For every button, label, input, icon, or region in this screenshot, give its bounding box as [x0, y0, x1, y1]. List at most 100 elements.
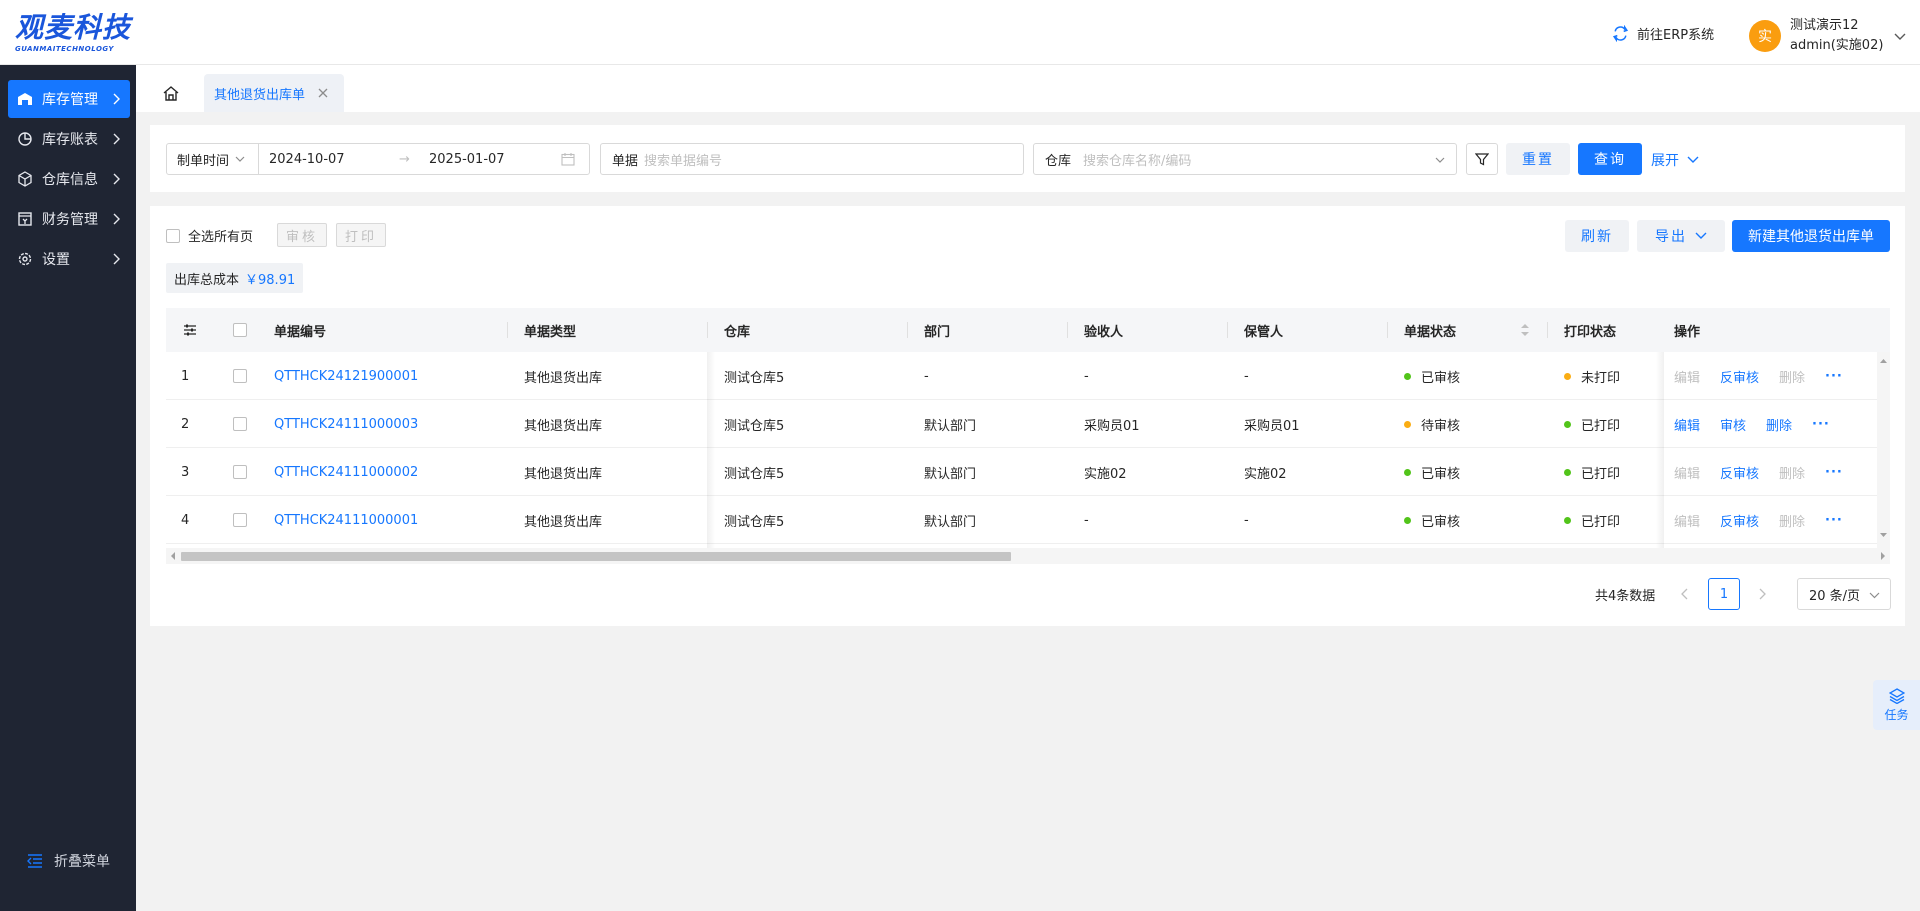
- user-menu[interactable]: 实 测试演示12 admin(实施02): [1749, 16, 1907, 56]
- delete-action[interactable]: 删除: [1766, 415, 1792, 434]
- table-row[interactable]: 3 QTTHCK24111000002 其他退货出库 测试仓库5 默认部门 实施…: [166, 448, 1890, 496]
- query-button[interactable]: 查询: [1578, 143, 1642, 175]
- print-status-text: 已打印: [1581, 514, 1621, 530]
- chevron-down-icon: [235, 156, 245, 162]
- collapse-menu-button[interactable]: 折叠菜单: [26, 851, 110, 871]
- sidebar-item-label: 仓库信息: [42, 172, 98, 188]
- more-actions-icon[interactable]: ···: [1825, 369, 1843, 384]
- chevron-right-icon: [113, 253, 120, 265]
- print-status-badge: 未打印: [1564, 352, 1620, 400]
- order-code-link[interactable]: QTTHCK24121900001: [274, 352, 418, 400]
- batch-print-button[interactable]: 打印: [336, 223, 386, 247]
- row-checkbox[interactable]: [233, 465, 247, 479]
- goto-erp-link[interactable]: 前往ERP系统: [1612, 22, 1714, 44]
- status-text: 已审核: [1421, 514, 1461, 530]
- row-checkbox[interactable]: [233, 513, 247, 527]
- close-icon[interactable]: [317, 87, 329, 99]
- more-actions-icon[interactable]: ···: [1812, 417, 1830, 432]
- more-actions-icon[interactable]: ···: [1825, 465, 1843, 480]
- edit-action[interactable]: 编辑: [1674, 415, 1700, 434]
- expand-filter-toggle[interactable]: 展开: [1651, 150, 1699, 170]
- warehouse-cell: 测试仓库5: [724, 418, 785, 434]
- warehouse-select[interactable]: 仓库 搜索仓库名称/编码: [1033, 143, 1457, 175]
- chevron-down-icon[interactable]: [1893, 29, 1907, 43]
- sidebar-item-finance[interactable]: 财务管理: [8, 200, 130, 238]
- collapse-menu-label: 折叠菜单: [54, 854, 110, 870]
- order-code-link[interactable]: QTTHCK24111000002: [274, 448, 418, 496]
- print-status-badge: 已打印: [1564, 400, 1620, 448]
- row-checkbox[interactable]: [233, 369, 247, 383]
- edit-action[interactable]: 编辑: [1674, 367, 1700, 386]
- order-code-link[interactable]: QTTHCK24111000003: [274, 400, 418, 448]
- horizontal-scrollbar[interactable]: [166, 548, 1890, 564]
- sort-icon[interactable]: [1520, 322, 1530, 338]
- column-header-keeper: 保管人: [1244, 324, 1284, 340]
- scroll-right-icon[interactable]: [1879, 552, 1887, 560]
- sidebar-item-warehouse-info[interactable]: 仓库信息: [8, 160, 130, 198]
- batch-audit-button[interactable]: 审核: [277, 223, 327, 247]
- table-row[interactable]: 1 QTTHCK24121900001 其他退货出库 测试仓库5 - - - 已…: [166, 352, 1890, 400]
- status-badge: 已审核: [1404, 352, 1460, 400]
- edit-action[interactable]: 编辑: [1674, 463, 1700, 482]
- column-settings-icon[interactable]: [183, 323, 197, 337]
- table-row[interactable]: 4 QTTHCK24111000001 其他退货出库 测试仓库5 默认部门 - …: [166, 496, 1890, 544]
- status-badge: 已审核: [1404, 448, 1460, 496]
- sidebar-item-label: 财务管理: [42, 212, 98, 228]
- status-badge: 待审核: [1404, 400, 1460, 448]
- top-header: 观麦科技 GUANMAITECHNOLOGY 前往ERP系统 实 测试演示12 …: [0, 0, 1920, 65]
- date-end-input[interactable]: 2025-01-07: [429, 152, 559, 167]
- page-number-button[interactable]: 1: [1708, 578, 1740, 610]
- chevron-down-icon: [1435, 157, 1445, 163]
- home-icon[interactable]: [162, 85, 180, 103]
- reset-button[interactable]: 重置: [1506, 143, 1570, 175]
- create-order-button[interactable]: 新建其他退货出库单: [1732, 220, 1890, 252]
- unaudit-action[interactable]: 反审核: [1720, 463, 1759, 482]
- more-actions-icon[interactable]: ···: [1825, 513, 1843, 528]
- keeper-cell: 实施02: [1244, 466, 1287, 482]
- next-page-button[interactable]: [1757, 578, 1767, 610]
- table-row[interactable]: 2 QTTHCK24111000003 其他退货出库 测试仓库5 默认部门 采购…: [166, 400, 1890, 448]
- row-actions: 编辑 反审核 删除 ···: [1674, 448, 1843, 496]
- chevron-down-icon: [1869, 592, 1880, 599]
- advanced-filter-button[interactable]: [1466, 143, 1498, 175]
- task-float-button[interactable]: 任务: [1873, 680, 1920, 730]
- refresh-button[interactable]: 刷新: [1565, 220, 1629, 252]
- sidebar-item-inventory-report[interactable]: 库存账表: [8, 120, 130, 158]
- horizontal-scroll-thumb[interactable]: [181, 552, 1011, 561]
- sidebar-item-label: 设置: [42, 252, 70, 268]
- scroll-left-icon[interactable]: [169, 552, 177, 560]
- select-all-checkbox[interactable]: [166, 228, 180, 243]
- brand-logo[interactable]: 观麦科技 GUANMAITECHNOLOGY: [15, 12, 145, 54]
- column-header-status[interactable]: 单据状态: [1404, 308, 1456, 352]
- prev-page-button[interactable]: [1680, 578, 1690, 610]
- date-start-input[interactable]: 2024-10-07: [269, 152, 399, 167]
- vertical-scrollbar[interactable]: [1877, 352, 1890, 548]
- chevron-right-icon: [113, 93, 120, 105]
- delete-action[interactable]: 删除: [1779, 463, 1805, 482]
- delete-action[interactable]: 删除: [1779, 511, 1805, 530]
- keeper-cell: -: [1244, 512, 1249, 528]
- sidebar-item-inventory[interactable]: 库存管理: [8, 80, 130, 118]
- edit-action[interactable]: 编辑: [1674, 511, 1700, 530]
- unaudit-action[interactable]: 反审核: [1720, 511, 1759, 530]
- sidebar-item-settings[interactable]: 设置: [8, 240, 130, 278]
- order-search-input[interactable]: 单据 搜索单据编号: [600, 143, 1024, 175]
- select-all-label: 全选所有页: [188, 230, 254, 245]
- tab-label: 其他退货出库单: [214, 87, 306, 103]
- column-header-warehouse: 仓库: [724, 324, 751, 340]
- unaudit-action[interactable]: 反审核: [1720, 367, 1759, 386]
- print-status-dot: [1564, 516, 1571, 524]
- delete-action[interactable]: 删除: [1779, 367, 1805, 386]
- header-checkbox[interactable]: [233, 323, 247, 337]
- tab-other-return-outbound[interactable]: 其他退货出库单: [204, 74, 344, 112]
- export-button[interactable]: 导出: [1637, 220, 1725, 252]
- date-type-select[interactable]: 制单时间: [167, 144, 259, 174]
- receiver-cell: 采购员01: [1084, 418, 1140, 434]
- order-code-link[interactable]: QTTHCK24111000001: [274, 496, 418, 544]
- sidebar-item-label: 库存账表: [42, 132, 98, 148]
- row-checkbox[interactable]: [233, 417, 247, 431]
- audit-action[interactable]: 审核: [1720, 415, 1746, 434]
- task-label: 任务: [1884, 707, 1909, 722]
- select-all-pages[interactable]: 全选所有页: [166, 226, 253, 245]
- page-size-select[interactable]: 20 条/页: [1797, 578, 1891, 610]
